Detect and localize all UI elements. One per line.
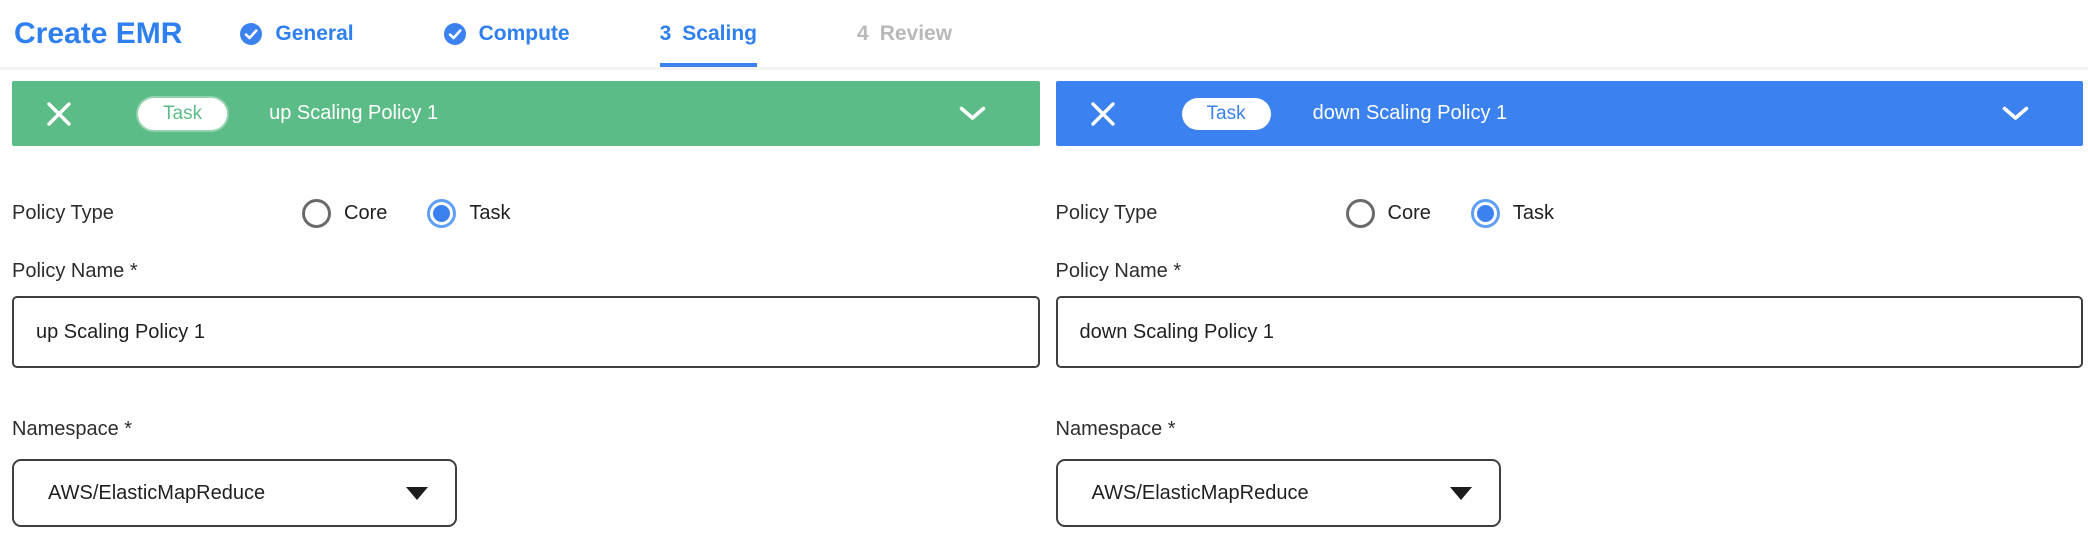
step-label: General <box>275 22 353 46</box>
panel-header-down-scaling[interactable]: Task down Scaling Policy 1 <box>1056 81 2084 146</box>
policy-type-label: Policy Type <box>1056 202 1346 225</box>
policy-type-row: Policy Type Core Task <box>12 196 1040 230</box>
radio-task[interactable]: Task <box>1471 199 1554 228</box>
radio-circle-icon <box>1471 199 1500 228</box>
panel-title: down Scaling Policy 1 <box>1313 102 1508 125</box>
policy-name-input[interactable] <box>1056 296 2084 368</box>
wizard-header: Create EMR General Compute 3 Scaling 4 R… <box>0 0 2088 70</box>
check-circle-icon <box>240 23 262 45</box>
namespace-label: Namespace * <box>1056 418 2084 441</box>
namespace-label: Namespace * <box>12 418 1040 441</box>
radio-circle-icon <box>302 199 331 228</box>
policy-type-row: Policy Type Core Task <box>1056 196 2084 230</box>
policy-type-badge: Task <box>138 98 227 130</box>
step-label: Review <box>880 22 952 46</box>
radio-label: Task <box>1513 202 1554 225</box>
namespace-selected-value: AWS/ElasticMapReduce <box>48 482 265 505</box>
radio-label: Core <box>344 202 387 225</box>
step-general[interactable]: General <box>240 0 353 67</box>
chevron-down-icon[interactable] <box>2002 106 2029 121</box>
step-compute[interactable]: Compute <box>444 0 570 67</box>
panel-down-scaling-policy: Task down Scaling Policy 1 Policy Type C… <box>1056 81 2084 527</box>
namespace-selected-value: AWS/ElasticMapReduce <box>1092 482 1309 505</box>
panel-header-up-scaling[interactable]: Task up Scaling Policy 1 <box>12 81 1040 146</box>
radio-circle-icon <box>427 199 456 228</box>
policy-name-label: Policy Name * <box>12 260 1040 283</box>
namespace-select[interactable]: AWS/ElasticMapReduce <box>1056 459 1501 527</box>
radio-core[interactable]: Core <box>302 199 387 228</box>
panel-body: Policy Type Core Task Policy Name * Name… <box>12 196 1040 527</box>
step-number: 4 <box>857 22 869 46</box>
radio-core[interactable]: Core <box>1346 199 1431 228</box>
radio-circle-icon <box>1346 199 1375 228</box>
panel-up-scaling-policy: Task up Scaling Policy 1 Policy Type Cor… <box>12 81 1040 527</box>
step-label: Compute <box>479 22 570 46</box>
step-number: 3 <box>660 22 672 46</box>
step-label: Scaling <box>682 22 757 46</box>
radio-task[interactable]: Task <box>427 199 510 228</box>
step-review[interactable]: 4 Review <box>857 0 952 67</box>
panel-title: up Scaling Policy 1 <box>269 102 438 125</box>
page-title: Create EMR <box>14 0 182 67</box>
radio-label: Task <box>469 202 510 225</box>
check-circle-icon <box>444 23 466 45</box>
radio-label: Core <box>1388 202 1431 225</box>
policy-type-badge: Task <box>1182 98 1271 130</box>
close-icon[interactable] <box>1088 99 1118 129</box>
caret-down-icon <box>1450 487 1472 500</box>
policy-name-label: Policy Name * <box>1056 260 2084 283</box>
step-scaling[interactable]: 3 Scaling <box>660 0 757 67</box>
caret-down-icon <box>406 487 428 500</box>
scaling-policies-container: Task up Scaling Policy 1 Policy Type Cor… <box>12 81 2083 527</box>
chevron-down-icon[interactable] <box>959 106 986 121</box>
close-icon[interactable] <box>44 99 74 129</box>
namespace-select[interactable]: AWS/ElasticMapReduce <box>12 459 457 527</box>
policy-type-label: Policy Type <box>12 202 302 225</box>
policy-name-input[interactable] <box>12 296 1040 368</box>
panel-body: Policy Type Core Task Policy Name * Name… <box>1056 196 2084 527</box>
